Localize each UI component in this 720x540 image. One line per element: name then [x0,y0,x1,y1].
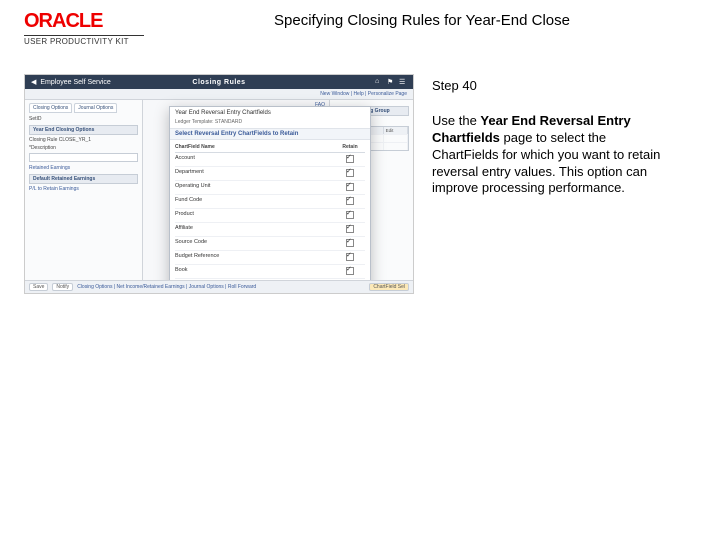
center-column: FAQ Year End Reversal Entry Chartfields … [143,100,329,284]
table-row: Account [175,153,365,167]
menu-icon[interactable]: ☰ [399,78,407,86]
retain-checkbox[interactable] [346,169,354,177]
notify-button[interactable]: Notify [52,283,73,291]
table-row: Book [175,265,365,279]
tab-journal-options[interactable]: Journal Options [74,103,117,113]
setid-label: SetID [29,116,138,122]
left-column: Closing Options Journal Options SetID Ye… [25,100,143,284]
instruction-panel: Step 40 Use the Year End Reversal Entry … [432,74,672,294]
home-icon[interactable]: ⌂ [375,78,383,86]
rule-label: Closing Rule CLOSE_YR_1 [29,137,138,143]
table-row: Affiliate [175,223,365,237]
retain-checkbox[interactable] [346,253,354,261]
subbar-links[interactable]: New Window | Help | Personalize Page [320,91,407,97]
chartfield-name: Operating Unit [175,183,335,193]
brand-name: ORACLE [24,10,144,36]
chartfield-name: Fund Code [175,197,335,207]
closing-options-header: Year End Closing Options [29,125,138,135]
app-topbar: ◀ Employee Self Service Closing Rules ⌂ … [25,75,413,89]
col-chartfield-name: ChartField Name [175,144,335,150]
retained-earnings-header: Default Retained Earnings [29,174,138,184]
opt-retained-earnings[interactable]: Retained Earnings [29,165,138,171]
option-links: Retained Earnings [29,165,138,171]
retain-checkbox[interactable] [346,183,354,191]
retain-checkbox[interactable] [346,267,354,275]
chartfields-table: ChartField Name Retain Account Department… [170,140,370,294]
modal-subheader: Ledger Template: STANDARD [170,119,370,128]
chartfield-name: Budget Reference [175,253,335,263]
table-row: Department [175,167,365,181]
table-row: Budget Reference [175,251,365,265]
table-row: Operating Unit Affiliate [175,293,365,294]
app-screenshot: ◀ Employee Self Service Closing Rules ⌂ … [24,74,414,294]
desc-label: *Description [29,145,138,151]
table-row: Product [175,209,365,223]
reversal-chartfields-modal: Year End Reversal Entry Chartfields Ledg… [169,106,371,294]
topbar-left-label[interactable]: Employee Self Service [40,79,110,86]
retain-checkbox[interactable] [346,225,354,233]
chartfield-name: Source Code [175,239,335,249]
row-pl-retain[interactable]: P/L to Retain Earnings [29,186,138,192]
table-row: Source Code [175,237,365,251]
retain-checkbox[interactable] [346,211,354,219]
flag-icon[interactable]: ⚑ [387,78,395,86]
modal-section-title: Select Reversal Entry ChartFields to Ret… [170,128,370,140]
chartfield-sel-button[interactable]: ChartField Sel [369,283,409,291]
col-retain: Retain [335,144,365,150]
chartfield-name: Affiliate [175,225,335,235]
desc-field[interactable] [29,153,138,162]
table-row: Operating Unit [175,181,365,195]
chartfield-name: Book [175,267,335,277]
chartfield-name: Product [175,211,335,221]
retain-checkbox[interactable] [346,197,354,205]
chartfield-name: Account [175,155,335,165]
app-subbar: New Window | Help | Personalize Page [25,89,413,100]
modal-header: Year End Reversal Entry Chartfields [170,107,370,119]
back-icon[interactable]: ◀ [31,78,36,86]
table-row: Fund Code [175,195,365,209]
instruction-text: Use the Year End Reversal Entry Chartfie… [432,113,672,197]
tab-closing-options[interactable]: Closing Options [29,103,72,113]
retain-checkbox[interactable] [346,239,354,247]
retain-checkbox[interactable] [346,155,354,163]
page-title: Specifying Closing Rules for Year-End Cl… [144,10,700,29]
save-button[interactable]: Save [29,283,48,291]
step-label: Step 40 [432,78,672,95]
chartfield-name: Department [175,169,335,179]
tab-row: Closing Options Journal Options [29,103,138,113]
footer-links[interactable]: Closing Options | Net Income/Retained Ea… [77,284,365,290]
oracle-logo: ORACLE USER PRODUCTIVITY KIT [24,10,144,46]
brand-subtitle: USER PRODUCTIVITY KIT [24,37,144,46]
app-footer: Save Notify Closing Options | Net Income… [25,280,413,293]
